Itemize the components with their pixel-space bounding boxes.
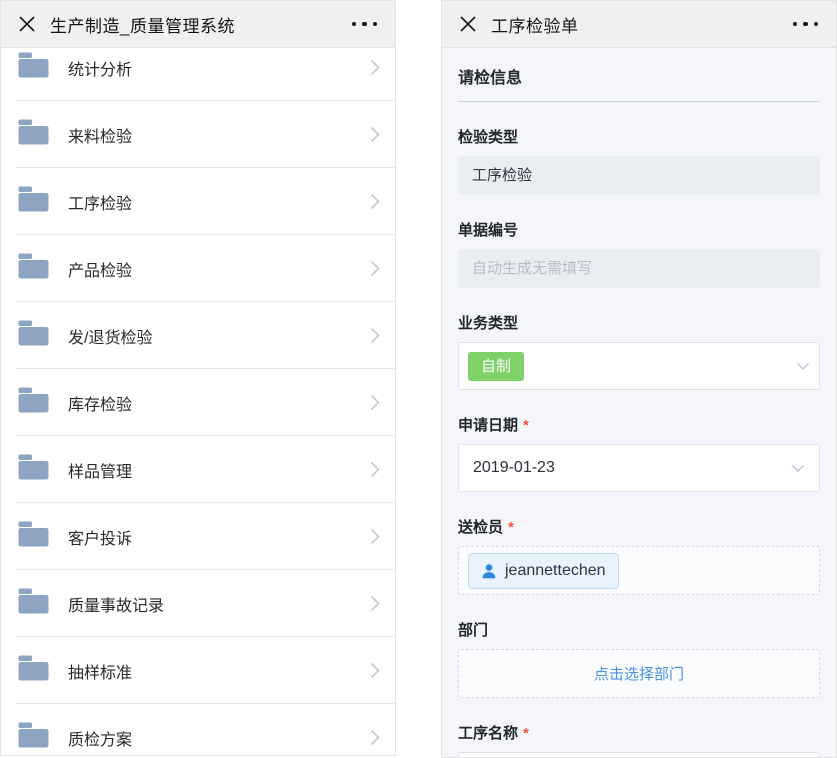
folder-icon xyxy=(18,52,49,83)
inspector-picker[interactable]: jeannettechen xyxy=(458,546,820,595)
user-icon xyxy=(481,563,497,579)
list-item[interactable]: 来料检验 xyxy=(1,101,395,168)
biz-type-tag: 自制 xyxy=(468,352,524,381)
right-header: 工序检验单 xyxy=(442,1,836,48)
list-item[interactable]: 库存检验 xyxy=(1,369,395,436)
chevron-down-icon xyxy=(791,464,805,473)
required-asterisk: * xyxy=(523,417,529,434)
list-item[interactable]: 工序检验 xyxy=(1,168,395,235)
stage: 生产制造_质量管理系统 统计分析 来料检验 工序检验 产品检验 xyxy=(0,0,837,758)
process-name-select[interactable]: 请选择内容 xyxy=(458,752,820,758)
chevron-down-icon xyxy=(796,362,810,371)
folder-icon xyxy=(18,186,49,217)
select-department-link: 点击选择部门 xyxy=(594,663,684,684)
required-asterisk: * xyxy=(523,725,529,742)
apply-date-value: 2019-01-23 xyxy=(473,459,555,477)
list-item-label: 质量事故记录 xyxy=(68,592,164,616)
list-item-label: 产品检验 xyxy=(68,257,132,281)
folder-icon xyxy=(18,521,49,552)
list-item-label: 来料检验 xyxy=(68,123,132,147)
chevron-right-icon xyxy=(370,59,380,76)
field-label: 部门 xyxy=(458,619,820,640)
list-item-label: 质检方案 xyxy=(68,726,132,750)
folder-list: 统计分析 来料检验 工序检验 产品检验 发/退货检验 xyxy=(1,34,395,756)
list-item[interactable]: 抽样标准 xyxy=(1,637,395,704)
list-item-label: 工序检验 xyxy=(68,190,132,214)
apply-date-select[interactable]: 2019-01-23 xyxy=(458,444,820,492)
inspection-form-screen: 工序检验单 请检信息 检验类型 工序检验 单据编号 自动生成无需填写 xyxy=(441,0,837,758)
list-item[interactable]: 样品管理 xyxy=(1,436,395,503)
folder-icon xyxy=(18,387,49,418)
doc-no-field: 自动生成无需填写 xyxy=(458,249,820,288)
required-asterisk: * xyxy=(508,519,514,536)
folder-icon xyxy=(18,722,49,753)
select-department-button[interactable]: 点击选择部门 xyxy=(458,649,820,698)
field-label: 检验类型 xyxy=(458,126,820,147)
list-item[interactable]: 发/退货检验 xyxy=(1,302,395,369)
inspect-type-field: 工序检验 xyxy=(458,156,820,195)
field-group-apply-date: 申请日期 * 2019-01-23 xyxy=(458,414,820,492)
chevron-right-icon xyxy=(370,193,380,210)
left-screen-title: 生产制造_质量管理系统 xyxy=(50,12,235,37)
list-item-label: 客户投诉 xyxy=(68,525,132,549)
chevron-right-icon xyxy=(370,729,380,746)
field-label: 送检员 * xyxy=(458,516,820,537)
folder-icon xyxy=(18,655,49,686)
more-menu-icon[interactable] xyxy=(791,16,821,33)
inspection-form: 请检信息 检验类型 工序检验 单据编号 自动生成无需填写 业务类型 xyxy=(442,64,836,758)
list-item-label: 发/退货检验 xyxy=(68,324,152,348)
more-menu-icon[interactable] xyxy=(350,16,380,33)
chevron-right-icon xyxy=(370,126,380,143)
list-item[interactable]: 客户投诉 xyxy=(1,503,395,570)
folder-icon xyxy=(18,588,49,619)
chevron-right-icon xyxy=(370,461,380,478)
inspector-chip[interactable]: jeannettechen xyxy=(468,553,619,589)
list-item-label: 样品管理 xyxy=(68,458,132,482)
chevron-right-icon xyxy=(370,394,380,411)
field-group-inspector: 送检员 * jeannettechen xyxy=(458,516,820,595)
field-label: 工序名称 * xyxy=(458,722,820,743)
list-item[interactable]: 产品检验 xyxy=(1,235,395,302)
list-item-label: 库存检验 xyxy=(68,391,132,415)
chevron-right-icon xyxy=(370,327,380,344)
field-label: 单据编号 xyxy=(458,219,820,240)
chevron-right-icon xyxy=(370,260,380,277)
biz-type-select[interactable]: 自制 xyxy=(458,342,820,390)
inspector-name: jeannettechen xyxy=(505,562,606,580)
chevron-right-icon xyxy=(370,595,380,612)
list-item[interactable]: 质检方案 xyxy=(1,704,395,756)
folder-icon xyxy=(18,320,49,351)
folder-icon xyxy=(18,253,49,284)
folder-icon xyxy=(18,119,49,150)
folder-icon xyxy=(18,454,49,485)
list-item[interactable]: 质量事故记录 xyxy=(1,570,395,637)
close-icon[interactable] xyxy=(17,14,37,34)
close-icon[interactable] xyxy=(458,14,478,34)
field-group-department: 部门 点击选择部门 xyxy=(458,619,820,698)
field-group-process-name: 工序名称 * 请选择内容 xyxy=(458,722,820,758)
folder-list-screen: 生产制造_质量管理系统 统计分析 来料检验 工序检验 产品检验 xyxy=(0,0,396,756)
list-item-label: 统计分析 xyxy=(68,56,132,80)
field-group-biz-type: 业务类型 自制 xyxy=(458,312,820,390)
left-header: 生产制造_质量管理系统 xyxy=(1,1,395,48)
section-title: 请检信息 xyxy=(458,64,820,102)
chevron-right-icon xyxy=(370,662,380,679)
field-label: 申请日期 * xyxy=(458,414,820,435)
right-screen-title: 工序检验单 xyxy=(491,12,579,37)
field-group-inspect-type: 检验类型 工序检验 xyxy=(458,126,820,195)
chevron-right-icon xyxy=(370,528,380,545)
field-group-doc-no: 单据编号 自动生成无需填写 xyxy=(458,219,820,288)
list-item-label: 抽样标准 xyxy=(68,659,132,683)
field-label: 业务类型 xyxy=(458,312,820,333)
